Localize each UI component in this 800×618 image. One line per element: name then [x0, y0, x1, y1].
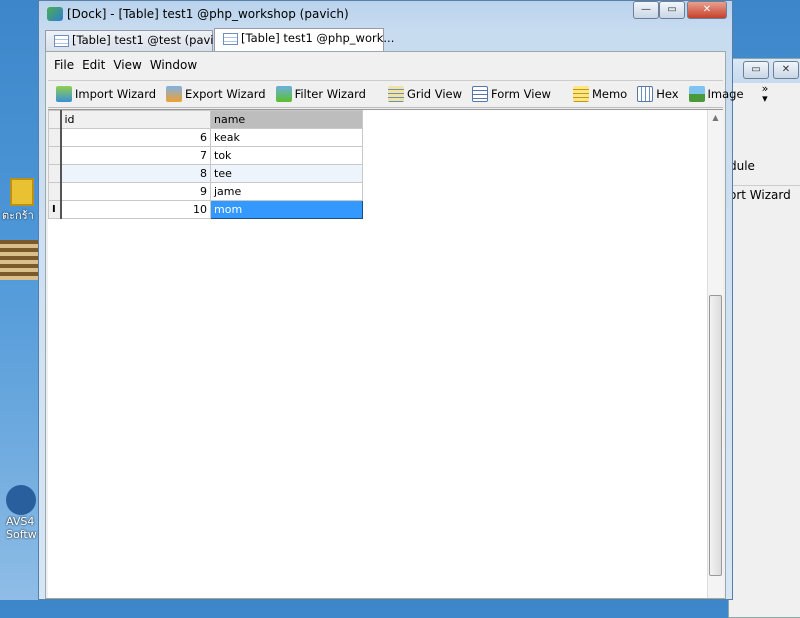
table: id name 6 keak 7 tok 8 tee 9 jame I 10 mom — [48, 110, 363, 219]
column-header-id[interactable]: id — [60, 110, 211, 129]
table-row[interactable]: 6 keak — [48, 128, 363, 147]
menu-edit[interactable]: Edit — [82, 58, 105, 79]
scroll-up-arrow-icon[interactable]: ▲ — [708, 113, 723, 122]
window-title: [Dock] - [Table] test1 @php_workshop (pa… — [67, 7, 349, 21]
hex-icon — [637, 86, 654, 102]
row-header[interactable] — [48, 164, 62, 183]
tab-label: [Table] test1 @php_work... — [241, 31, 395, 45]
desktop-icon-label: Softw — [6, 528, 37, 541]
menu-file[interactable]: File — [54, 58, 74, 79]
cell-name-selected[interactable]: mom — [210, 200, 363, 219]
tab-test1-test[interactable]: [Table] test1 @test (pavi... — [45, 30, 224, 51]
cell-name[interactable]: jame — [210, 182, 363, 201]
row-header[interactable] — [48, 110, 62, 129]
close-button[interactable]: ✕ — [773, 61, 799, 79]
import-icon — [56, 86, 72, 102]
image-icon — [688, 86, 705, 102]
image-button[interactable]: Image — [685, 84, 748, 104]
vertical-scrollbar[interactable]: ▲ — [707, 110, 723, 598]
cell-name[interactable]: tee — [210, 164, 363, 183]
scrollbar-thumb[interactable] — [709, 295, 722, 576]
chevron-right-icon: » — [761, 82, 769, 95]
filter-wizard-button[interactable]: Filter Wizard — [272, 84, 370, 104]
button-label: Export Wizard — [185, 87, 266, 101]
header-row: id name — [48, 110, 363, 129]
memo-icon — [572, 86, 589, 102]
cell-id[interactable]: 7 — [60, 146, 211, 165]
minimize-button[interactable]: — — [633, 1, 659, 19]
maximize-button[interactable]: ▭ — [659, 1, 685, 19]
memo-button[interactable]: Memo — [569, 84, 631, 104]
edit-cursor-icon[interactable]: I — [48, 200, 62, 219]
filter-icon — [275, 86, 292, 102]
button-label: Import Wizard — [75, 87, 157, 101]
title-bar[interactable]: [Dock] - [Table] test1 @php_workshop (pa… — [39, 1, 732, 28]
cell-id[interactable]: 10 — [60, 200, 211, 219]
export-icon — [166, 86, 183, 102]
toolbar: Import Wizard Export Wizard Filter Wizar… — [48, 80, 768, 108]
tab-label: [Table] test1 @test (pavi... — [72, 33, 225, 47]
export-wizard-button[interactable]: Export Wizard — [162, 84, 270, 104]
table-row[interactable]: 8 tee — [48, 164, 363, 183]
table-row[interactable]: 7 tok — [48, 146, 363, 165]
cell-id[interactable]: 9 — [60, 182, 211, 201]
desktop-icon-avs[interactable]: AVS4 Softw — [6, 485, 40, 541]
recycle-bin-icon — [10, 178, 34, 206]
import-wizard-label[interactable]: ort Wizard — [729, 185, 800, 202]
cell-name[interactable]: tok — [210, 146, 363, 165]
menu-view[interactable]: View — [113, 58, 141, 79]
desktop-wallpaper-stripe — [0, 240, 40, 280]
main-window: [Dock] - [Table] test1 @php_workshop (pa… — [38, 0, 768, 600]
cell-name[interactable]: keak — [210, 128, 363, 147]
maximize-button[interactable]: ▭ — [743, 61, 769, 79]
desktop-icon-label: ตะกร้า — [2, 209, 34, 222]
data-grid[interactable]: id name 6 keak 7 tok 8 tee 9 jame I 10 mom ▲ — [48, 109, 723, 598]
grid-view-icon — [387, 86, 404, 102]
table-row[interactable]: 9 jame — [48, 182, 363, 201]
button-label: Grid View — [406, 87, 463, 101]
form-view-icon — [472, 86, 489, 102]
cell-id[interactable]: 8 — [60, 164, 211, 183]
cell-id[interactable]: 6 — [60, 128, 211, 147]
avs-icon — [6, 485, 36, 515]
form-view-button[interactable]: Form View — [468, 84, 555, 104]
button-label: Hex — [656, 87, 679, 101]
grid-view-button[interactable]: Grid View — [384, 84, 466, 104]
table-icon — [223, 33, 238, 45]
button-label: Filter Wizard — [294, 87, 366, 101]
button-label: Memo — [591, 87, 628, 101]
button-label: Form View — [491, 87, 551, 101]
close-button[interactable]: ✕ — [687, 1, 727, 19]
hex-button[interactable]: Hex — [633, 84, 682, 104]
desktop-icon-label: AVS4 — [6, 515, 35, 528]
row-header[interactable] — [48, 146, 62, 165]
row-header[interactable] — [48, 182, 62, 201]
column-header-name[interactable]: name — [210, 110, 363, 129]
tab-test1-php-workshop[interactable]: [Table] test1 @php_work... — [214, 28, 394, 51]
background-window[interactable]: ▭ ✕ dule ort Wizard — [728, 58, 800, 618]
button-label: Image — [707, 87, 744, 101]
toolbar-overflow-button[interactable]: » ▾ — [761, 82, 769, 104]
row-header[interactable] — [48, 128, 62, 147]
table-icon — [54, 35, 69, 47]
desktop-icon-recycle[interactable]: ตะกร้า — [2, 178, 38, 224]
import-wizard-button[interactable]: Import Wizard — [52, 84, 160, 104]
table-row-current[interactable]: I 10 mom — [48, 200, 363, 219]
menu-bar: File Edit View Window — [46, 52, 725, 79]
app-icon — [47, 7, 63, 21]
menu-window[interactable]: Window — [150, 58, 197, 79]
